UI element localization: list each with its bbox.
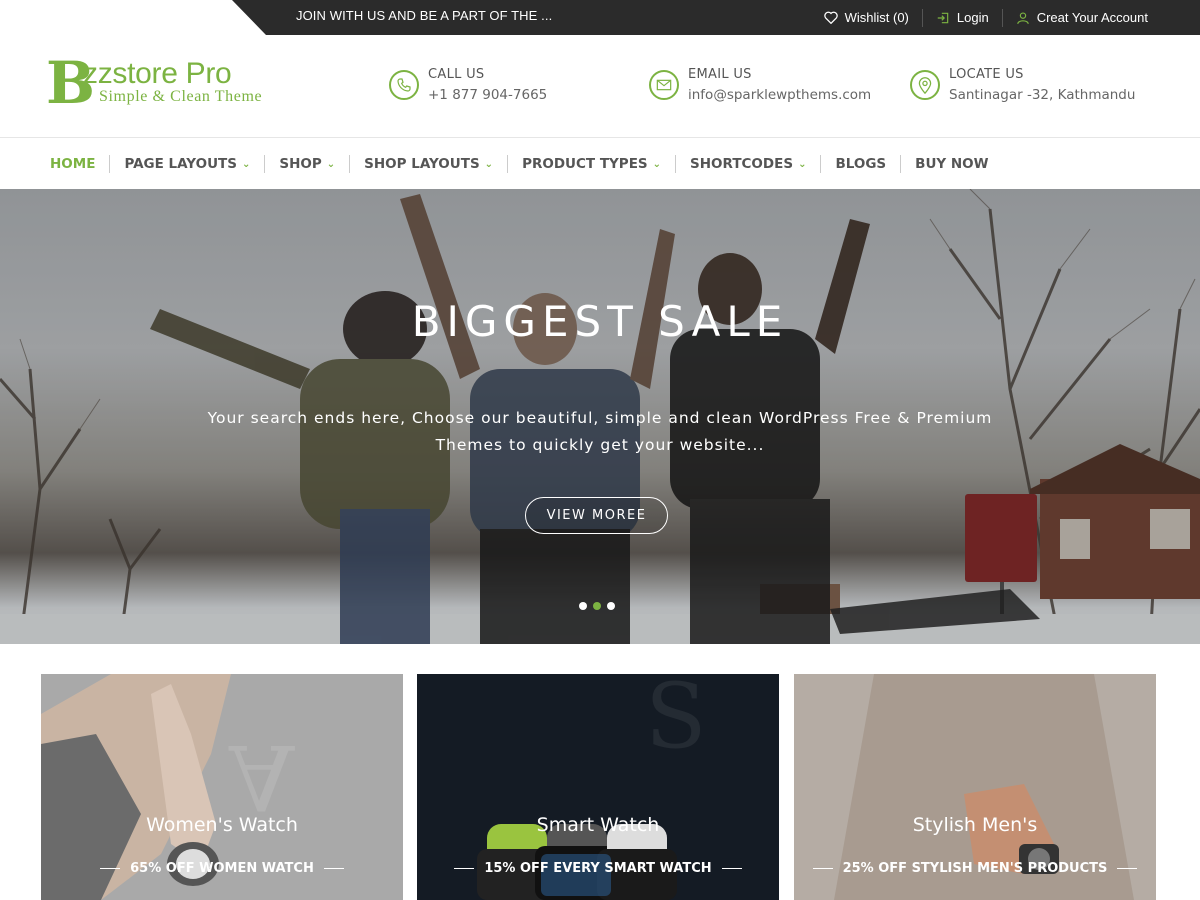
category-promo-section: A Women's Watch 65% OFF WOMEN WATCH S Sm…	[41, 674, 1157, 900]
hero-subtitle: Your search ends here, Choose our beauti…	[207, 409, 993, 454]
slider-dot[interactable]	[579, 602, 587, 610]
announcement-marquee[interactable]: JOIN WITH US AND BE A PART OF THE ...	[296, 8, 552, 23]
contact-location-label: LOCATE US	[949, 67, 1024, 82]
nav-item-shortcodes[interactable]: SHORTCODES ⌄	[675, 155, 820, 173]
category-card-women-watch[interactable]: A Women's Watch 65% OFF WOMEN WATCH	[41, 674, 403, 900]
chevron-down-icon: ⌄	[326, 158, 336, 170]
nav-item-label: PRODUCT TYPES	[522, 156, 648, 172]
nav-item-home[interactable]: HOME	[43, 155, 109, 173]
site-logo[interactable]: B zzstore Pro Simple & Clean Theme	[46, 54, 286, 115]
nav-item-label: BLOGS	[835, 156, 887, 172]
category-title: Smart Watch	[536, 814, 660, 836]
hero-title: BIGGEST SALE	[411, 297, 789, 346]
login-link[interactable]: Login	[921, 8, 1002, 27]
nav-item-blogs[interactable]: BLOGS	[820, 155, 900, 173]
category-offer-text: 15% OFF EVERY SMART WATCH	[484, 861, 712, 876]
slider-pagination	[579, 602, 615, 610]
contact-location: LOCATE US Santinagar -32, Kathmandu	[910, 65, 1135, 105]
contact-location-value: Santinagar -32, Kathmandu	[949, 87, 1136, 103]
location-pin-icon	[910, 70, 940, 100]
category-title: Stylish Men's	[912, 814, 1038, 836]
user-icon	[1016, 11, 1029, 24]
nav-item-label: SHORTCODES	[690, 156, 794, 172]
view-more-button[interactable]: VIEW MOREE	[525, 497, 668, 534]
chevron-down-icon: ⌄	[484, 158, 494, 170]
nav-item-shop-layouts[interactable]: SHOP LAYOUTS ⌄	[349, 155, 507, 173]
wishlist-label: Wishlist	[844, 10, 890, 25]
category-offer-text: 25% OFF STYLISH MEN'S PRODUCTS	[842, 861, 1108, 876]
contact-email-value[interactable]: info@sparklewpthems.com	[688, 85, 871, 105]
chevron-down-icon: ⌄	[241, 158, 251, 170]
category-offer: 15% OFF EVERY SMART WATCH	[417, 861, 779, 876]
mail-icon	[649, 70, 679, 100]
chevron-down-icon: ⌄	[652, 158, 662, 170]
contact-email: EMAIL US info@sparklewpthems.com	[649, 65, 871, 105]
heart-icon	[823, 11, 838, 24]
slider-dot[interactable]	[607, 602, 615, 610]
nav-item-page-layouts[interactable]: PAGE LAYOUTS ⌄	[109, 155, 264, 173]
nav-item-label: BUY NOW	[915, 156, 989, 172]
category-title: Women's Watch	[146, 814, 298, 836]
login-icon	[937, 12, 949, 23]
contact-email-label: EMAIL US	[688, 67, 752, 82]
nav-item-label: HOME	[50, 156, 96, 172]
category-card-stylish-men[interactable]: Stylish Men's 25% OFF STYLISH MEN'S PROD…	[794, 674, 1156, 900]
nav-item-label: SHOP	[279, 156, 322, 172]
wishlist-count: (0)	[892, 10, 909, 25]
nav-item-label: SHOP LAYOUTS	[364, 156, 480, 172]
decorative-letter: S	[645, 674, 707, 769]
top-bar: JOIN WITH US AND BE A PART OF THE ... Wi…	[0, 0, 1200, 35]
hero-slider: BIGGEST SALE Your search ends here, Choo…	[0, 189, 1200, 644]
contact-call-label: CALL US	[428, 67, 485, 82]
category-card-smart-watch[interactable]: S Smart Watch 15% OFF EVERY SMART WATCH	[417, 674, 779, 900]
category-offer-text: 65% OFF WOMEN WATCH	[130, 861, 314, 876]
wishlist-link[interactable]: Wishlist (0)	[811, 9, 922, 27]
create-account-link[interactable]: Creat Your Account	[1001, 8, 1148, 27]
logo-name: zzstore Pro	[83, 57, 232, 90]
category-offer: 65% OFF WOMEN WATCH	[41, 861, 403, 876]
phone-icon	[389, 70, 419, 100]
nav-item-shop[interactable]: SHOP ⌄	[264, 155, 349, 173]
main-navigation: HOME PAGE LAYOUTS ⌄ SHOP ⌄ SHOP LAYOUTS ⌄ P…	[0, 139, 1200, 189]
login-label: Login	[956, 10, 989, 25]
category-offer: 25% OFF STYLISH MEN'S PRODUCTS	[794, 861, 1156, 876]
nav-item-buy-now[interactable]: BUY NOW	[900, 155, 1002, 173]
create-account-label: Creat Your Account	[1036, 10, 1148, 25]
contact-call: CALL US +1 877 904-7665	[389, 65, 547, 105]
site-header: B zzstore Pro Simple & Clean Theme CALL …	[0, 35, 1200, 138]
top-bar-links: Wishlist (0) Login Creat Your Account	[811, 0, 1148, 35]
chevron-down-icon: ⌄	[798, 158, 807, 170]
nav-item-product-types[interactable]: PRODUCT TYPES ⌄	[507, 155, 675, 173]
nav-item-label: PAGE LAYOUTS	[124, 156, 237, 172]
contact-call-value[interactable]: +1 877 904-7665	[428, 85, 547, 105]
slider-dot-active[interactable]	[593, 602, 601, 610]
logo-tagline: Simple & Clean Theme	[99, 88, 263, 105]
